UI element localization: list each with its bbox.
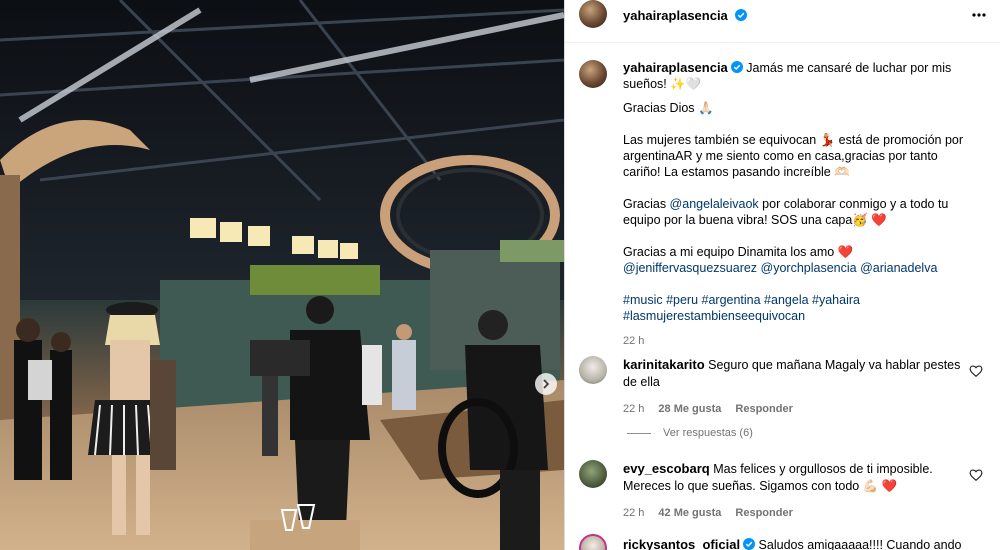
hashtags-line-2[interactable]: #lasmujerestambienseequivocan [623,308,978,324]
verified-icon [743,538,756,550]
author-name-block: yahairaplasencia [623,7,748,25]
post-photo[interactable] [0,0,564,550]
author-avatar[interactable] [579,0,607,28]
more-options-icon [972,13,986,17]
comment-likes[interactable]: 42 Me gusta [658,505,721,522]
mention-link[interactable]: @angelaleivaok [670,197,759,211]
caption-paragraph-4: Gracias @angelaleivaok por colaborar con… [623,196,978,228]
tv-studio-scene [0,0,564,550]
comment-item: karinitakarito Seguro que mañana Magaly … [579,356,989,418]
heart-icon[interactable] [969,468,983,482]
commenter-avatar[interactable] [579,534,607,550]
comment-likes[interactable]: 28 Me gusta [658,401,721,418]
post-side-panel: yahairaplasencia yahairaplasencia Jamás … [564,0,1000,550]
view-replies-label: Ver respuestas (6) [663,427,753,439]
caption-username[interactable]: yahairaplasencia [623,60,728,75]
replies-divider-line [627,432,651,434]
header-divider [565,42,1000,43]
caption-paragraph-2: Gracias Dios 🙏🏻 [623,101,714,115]
verified-icon [730,61,743,73]
more-options-button[interactable] [968,4,990,26]
caption-author-avatar[interactable] [579,60,607,88]
comment-time[interactable]: 22 h [623,401,644,418]
commenter-username[interactable]: karinitakarito [623,357,705,372]
heart-icon[interactable] [969,364,983,378]
comment-item: rickysantos_oficial Saludos amigaaaaa!!!… [579,534,989,550]
verified-icon [735,9,748,21]
comment-body: rickysantos_oficial Saludos amigaaaaa!!!… [623,534,968,550]
next-photo-button[interactable] [535,373,557,395]
reply-button[interactable]: Responder [735,505,792,522]
view-replies-button[interactable]: Ver respuestas (6) [627,427,753,439]
comment-time[interactable]: 22 h [623,505,644,522]
instagram-post-view: yahairaplasencia yahairaplasencia Jamás … [0,0,1000,550]
commenter-avatar[interactable] [579,356,607,384]
hashtags-line-1[interactable]: #music #peru #argentina #angela #yahaira [623,292,978,308]
caption-paragraph-3: Las mujeres también se equivocan 💃🏼 está… [623,133,964,179]
post-caption: yahairaplasencia Jamás me cansaré de luc… [579,60,989,349]
comment-meta: 22 h 28 Me gusta Responder [623,401,968,418]
commenter-username[interactable]: evy_escobarq [623,461,710,476]
caption-paragraph-5: Gracias a mi equipo Dinamita los amo ❤️ [623,245,854,259]
post-timestamp[interactable]: 22 h [623,333,978,349]
commenter-username[interactable]: rickysantos_oficial [623,537,740,550]
comment-body: evy_escobarq Mas felices y orgullosos de… [623,460,968,522]
caption-text: yahairaplasencia Jamás me cansaré de luc… [623,60,978,349]
chevron-right-icon [543,379,550,389]
commenter-avatar[interactable] [579,460,607,488]
comment-item: evy_escobarq Mas felices y orgullosos de… [579,460,989,522]
mention-links[interactable]: @jeniffervasquezsuarez @yorchplasencia @… [623,260,978,276]
reply-button[interactable]: Responder [735,401,792,418]
author-username[interactable]: yahairaplasencia [623,8,728,23]
caption-p4-text: Gracias [623,197,670,211]
post-header: yahairaplasencia [565,0,1000,30]
comment-body: karinitakarito Seguro que mañana Magaly … [623,356,968,418]
comment-meta: 22 h 42 Me gusta Responder [623,505,968,522]
